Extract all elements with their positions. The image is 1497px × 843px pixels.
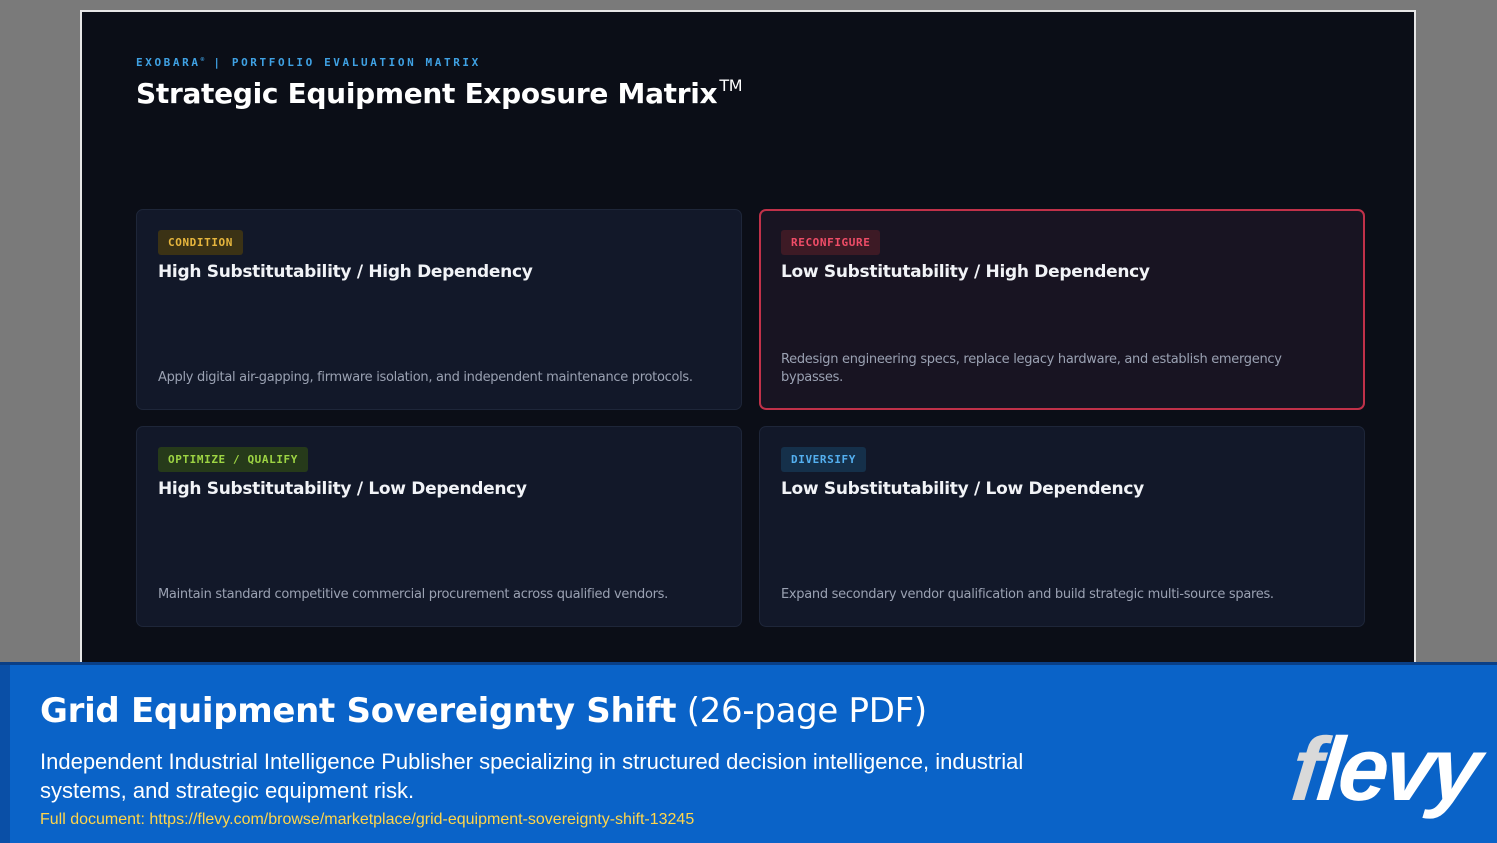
quadrant-description: Redesign engineering specs, replace lega… <box>781 352 1282 385</box>
quadrant-description: Apply digital air-gapping, firmware isol… <box>158 370 693 385</box>
quadrant-description: Expand secondary vendor qualification an… <box>781 587 1274 602</box>
logo-letters: levy <box>1312 720 1483 820</box>
quadrant-badge: DIVERSIFY <box>781 447 867 472</box>
eyebrow-separator: | <box>204 56 232 69</box>
banner-title-text: Grid Equipment Sovereignty Shift <box>40 691 677 731</box>
slide-eyebrow: EXOBARA® | PORTFOLIO EVALUATION MATRIX <box>136 56 481 69</box>
banner-title: Grid Equipment Sovereignty Shift (26-pag… <box>40 691 927 731</box>
slide-title: Strategic Equipment Exposure Matrix TM <box>136 76 743 110</box>
quadrant-condition: CONDITION High Substitutability / High D… <box>136 209 742 410</box>
quadrant-badge: OPTIMIZE / QUALIFY <box>158 447 309 472</box>
banner-page-count: (26-page PDF) <box>676 691 927 731</box>
eyebrow-text: PORTFOLIO EVALUATION MATRIX <box>231 56 481 69</box>
banner-accent-strip <box>0 665 10 843</box>
quadrant-optimize-qualify: OPTIMIZE / QUALIFY High Substitutability… <box>136 426 742 627</box>
document-banner: Grid Equipment Sovereignty Shift (26-pag… <box>0 662 1497 843</box>
slide-title-trademark: TM <box>719 76 743 95</box>
full-document-link[interactable]: Full document: https://flevy.com/browse/… <box>40 811 694 829</box>
eyebrow-brand: EXOBARA <box>136 56 201 69</box>
quadrant-title: Low Substitutability / Low Dependency <box>781 479 1144 499</box>
slide-title-text: Strategic Equipment Exposure Matrix <box>136 77 718 110</box>
quadrant-badge: CONDITION <box>158 230 244 255</box>
quadrant-diversify: DIVERSIFY Low Substitutability / Low Dep… <box>759 426 1365 627</box>
quadrant-title: High Substitutability / High Dependency <box>158 262 533 282</box>
banner-description: Independent Industrial Intelligence Publ… <box>40 749 1024 803</box>
slide-preview: EXOBARA® | PORTFOLIO EVALUATION MATRIX S… <box>80 10 1416 670</box>
quadrant-description: Maintain standard competitive commercial… <box>158 587 668 602</box>
quadrant-title: High Substitutability / Low Dependency <box>158 479 527 499</box>
flevy-logo[interactable]: flevy <box>1287 720 1483 820</box>
quadrant-badge: RECONFIGURE <box>781 230 881 255</box>
quadrant-reconfigure: RECONFIGURE Low Substitutability / High … <box>759 209 1365 410</box>
quadrant-title: Low Substitutability / High Dependency <box>781 262 1150 282</box>
